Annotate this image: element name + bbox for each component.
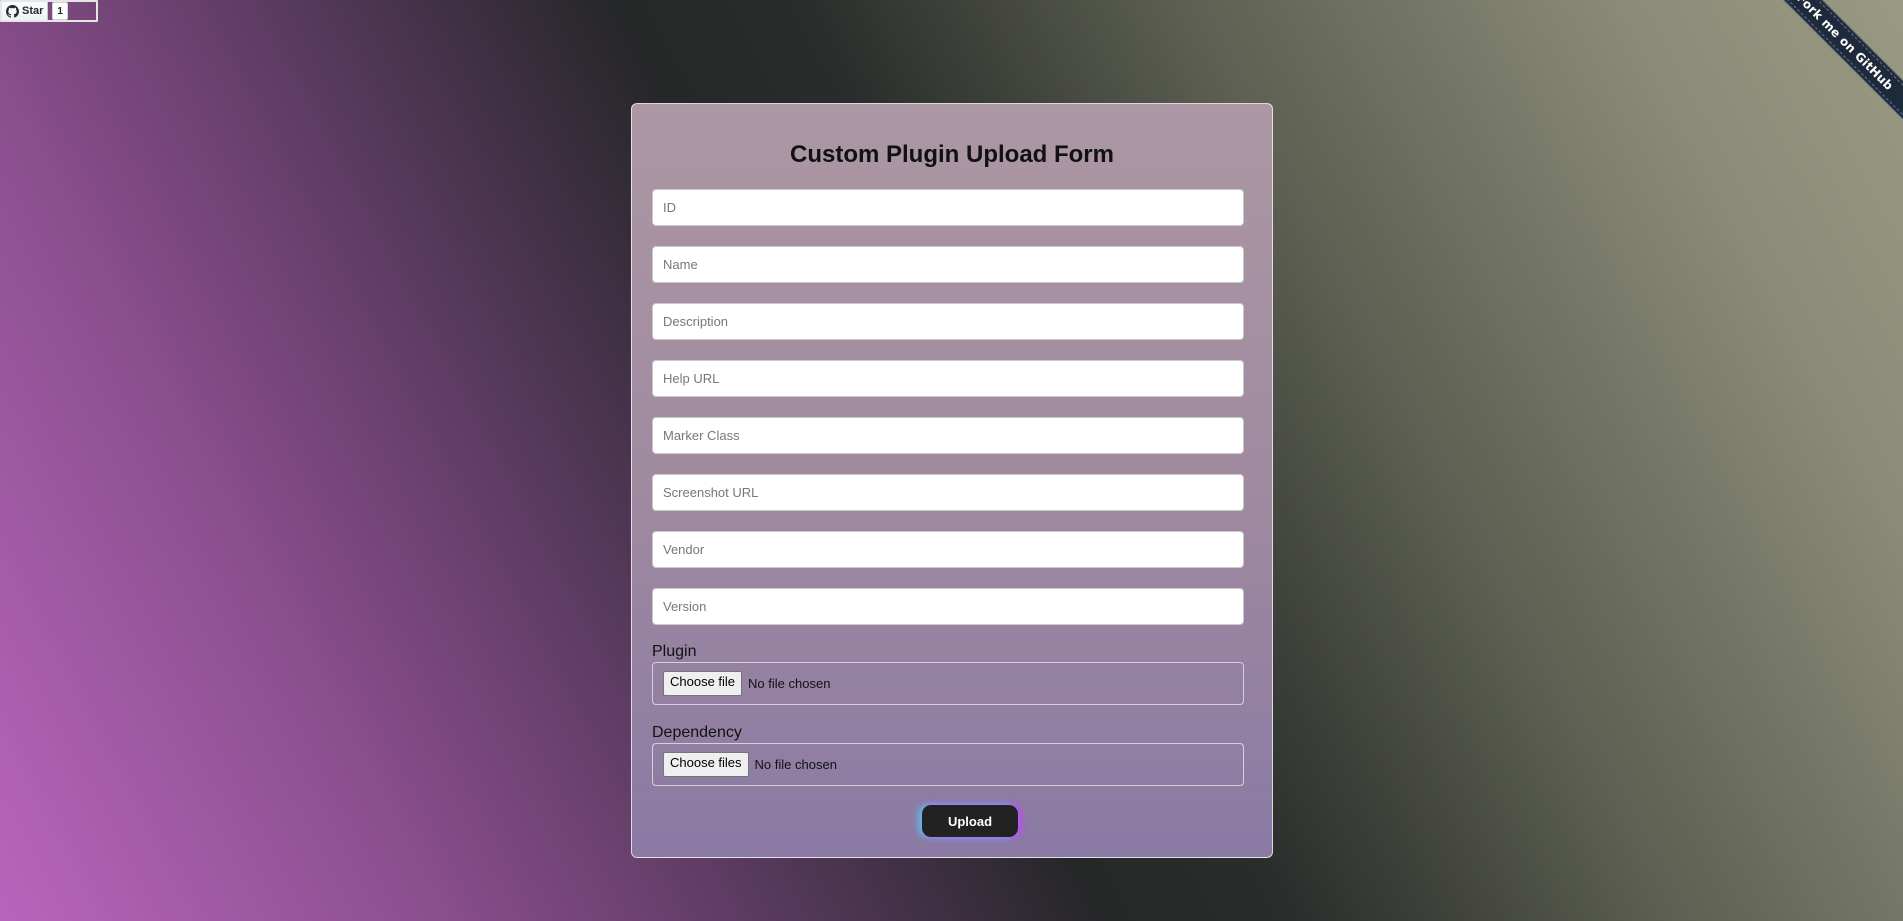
github-star-button[interactable]: Star xyxy=(2,2,49,20)
screenshot-url-input[interactable] xyxy=(652,474,1244,511)
name-input[interactable] xyxy=(652,246,1244,283)
dependency-label: Dependency xyxy=(652,724,742,741)
github-star-label: Star xyxy=(22,5,44,17)
plugin-file-input[interactable]: Choose file No file chosen xyxy=(652,662,1244,705)
github-star-widget: Star 1 xyxy=(0,0,98,22)
form-title: Custom Plugin Upload Form xyxy=(790,141,1114,168)
help-url-input[interactable] xyxy=(652,360,1244,397)
github-star-count[interactable]: 1 xyxy=(52,2,68,20)
upload-button[interactable]: Upload xyxy=(922,805,1018,837)
dependency-file-status: No file chosen xyxy=(754,757,837,772)
fork-ribbon-container: Fork me on GitHub xyxy=(1763,0,1903,140)
upload-form-card: Custom Plugin Upload Form Plugin Choose … xyxy=(631,103,1273,858)
vendor-input[interactable] xyxy=(652,531,1244,568)
fork-me-ribbon[interactable]: Fork me on GitHub xyxy=(1763,0,1903,130)
fork-me-ribbon-text: Fork me on GitHub xyxy=(1794,0,1896,93)
version-input[interactable] xyxy=(652,588,1244,625)
plugin-label: Plugin xyxy=(652,643,697,660)
dependency-file-input[interactable]: Choose files No file chosen xyxy=(652,743,1244,786)
id-input[interactable] xyxy=(652,189,1244,226)
dependency-choose-files-button[interactable]: Choose files xyxy=(663,752,749,777)
plugin-choose-file-button[interactable]: Choose file xyxy=(663,671,743,696)
plugin-file-status: No file chosen xyxy=(748,676,831,691)
description-input[interactable] xyxy=(652,303,1244,340)
github-icon xyxy=(6,4,19,18)
marker-class-input[interactable] xyxy=(652,417,1244,454)
